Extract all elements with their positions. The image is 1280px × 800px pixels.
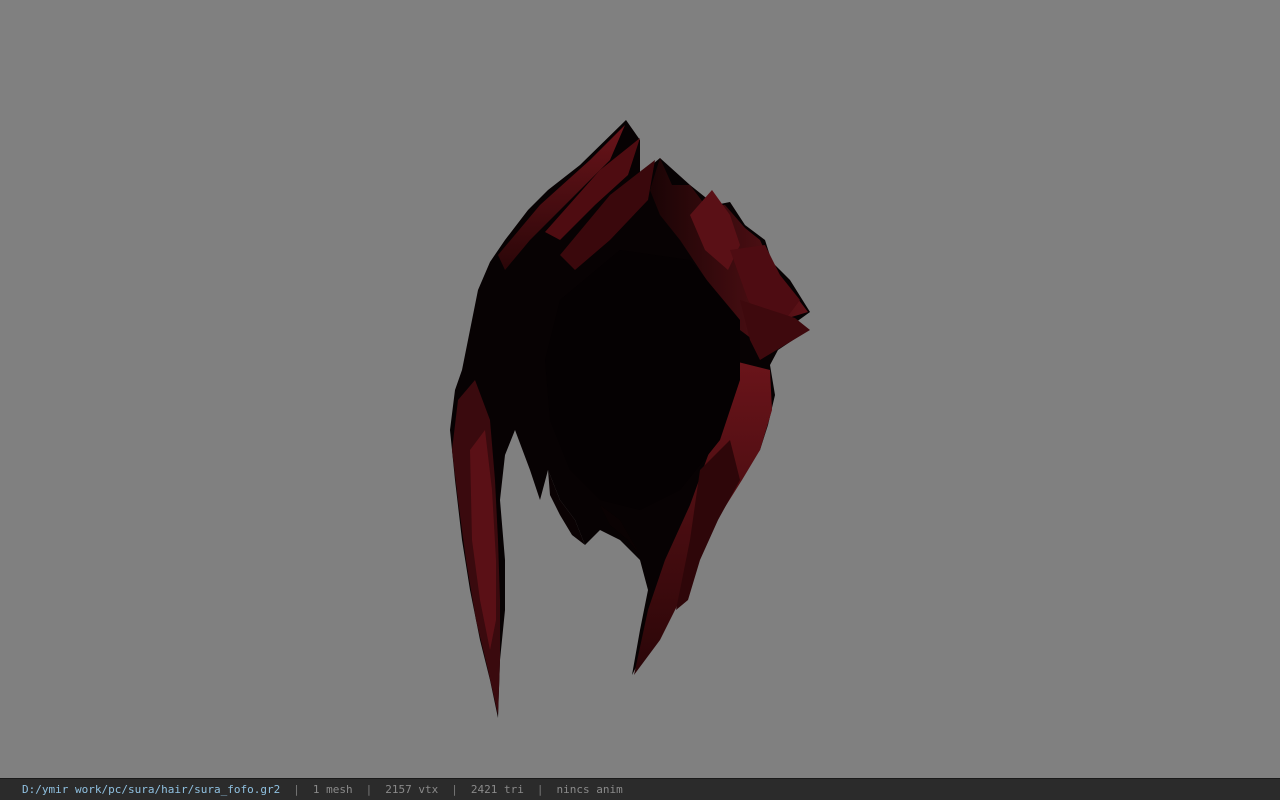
separator: | [536, 782, 544, 796]
vertex-count-label: 2157 vtx [385, 782, 439, 796]
status-bar: D:/ymir work/pc/sura/hair/sura_fofo.gr2 … [0, 778, 1280, 800]
hair-model-render [450, 120, 810, 718]
separator: | [451, 782, 458, 796]
animation-status-label: nincs anim [556, 782, 623, 796]
model-viewer-window: D:/ymir work/pc/sura/hair/sura_fofo.gr2 … [0, 0, 1280, 800]
separator: | [293, 782, 300, 796]
separator: | [365, 782, 373, 796]
triangle-count-label: 2421 tri [470, 782, 524, 796]
file-path-label: D:/ymir work/pc/sura/hair/sura_fofo.gr2 [22, 782, 281, 796]
mesh-count-label: 1 mesh [312, 782, 353, 796]
3d-viewport[interactable] [0, 0, 1280, 778]
